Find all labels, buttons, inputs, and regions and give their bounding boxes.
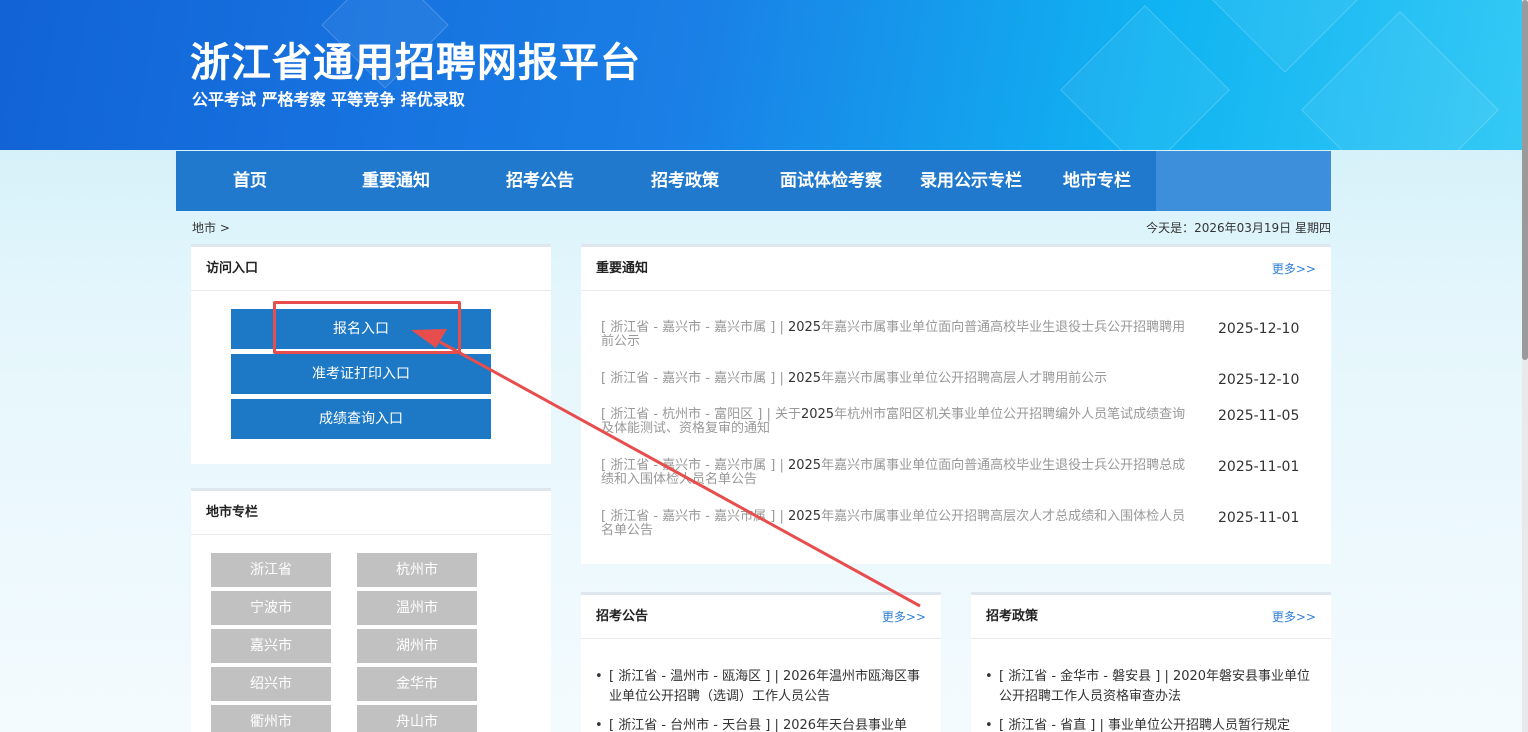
score-query-button[interactable]: 成绩查询入口 [231,399,491,439]
site-title: 浙江省通用招聘网报平台 [190,40,641,86]
breadcrumb: 地市 > [192,221,230,235]
notice-date: 2025-12-10 [1218,321,1300,337]
policy-item[interactable]: [ 浙江省 - 省直 ] | 事业单位公开招聘人员暂行规定 [985,716,1319,732]
nav-filler [1156,151,1331,211]
notice-year: 2025 [787,371,822,386]
policies-panel: 招考政策 更多>> [ 浙江省 - 金华市 - 磐安县 ] | 2020年磐安县… [971,592,1331,732]
city-button-hangzhou[interactable]: 杭州市 [357,553,477,587]
admission-ticket-print-button[interactable]: 准考证打印入口 [231,354,491,394]
notice-title[interactable]: [ 浙江省 - 杭州市 - 富阳区 ] | 关于2025年杭州市富阳区机关事业单… [601,408,1191,436]
city-panel-title: 地市专栏 [191,491,551,535]
city-panel: 地市专栏 浙江省 杭州市 宁波市 温州市 嘉兴市 湖州市 绍兴市 金华市 衢州市… [191,488,551,732]
policies-title: 招考政策 [986,609,1039,624]
announcement-item[interactable]: [ 浙江省 - 台州市 - 天台县 ] | 2026年天台县事业单 [595,716,929,732]
nav-recruitment-announcements[interactable]: 招考公告 [468,151,612,211]
notice-region: [ 浙江省 - 嘉兴市 - 嘉兴市属 ] | [601,371,788,386]
access-panel: 访问入口 报名入口 准考证打印入口 成绩查询入口 [191,244,551,464]
notice-date: 2025-11-01 [1218,459,1300,475]
city-button-ningbo[interactable]: 宁波市 [211,591,331,625]
city-button-wenzhou[interactable]: 温州市 [357,591,477,625]
notice-region: [ 浙江省 - 嘉兴市 - 嘉兴市属 ] | [601,458,788,473]
notices-panel-title: 重要通知 更多>> [581,247,1331,291]
notice-year: 2025 [800,407,835,422]
city-button-huzhou[interactable]: 湖州市 [357,629,477,663]
notice-region: [ 浙江省 - 杭州市 - 富阳区 ] | 关于 [601,407,801,422]
nav-recruitment-policies[interactable]: 招考政策 [612,151,758,211]
nav-home[interactable]: 首页 [176,151,324,211]
policies-more-link[interactable]: 更多>> [1272,595,1316,639]
notice-region: [ 浙江省 - 嘉兴市 - 嘉兴市属 ] | [601,320,788,335]
header-banner: 浙江省通用招聘网报平台 公平考试 严格考察 平等竞争 择优录取 [0,0,1528,150]
notice-year: 2025 [787,458,822,473]
notice-title[interactable]: [ 浙江省 - 嘉兴市 - 嘉兴市属 ] | 2025年嘉兴市属事业单位公开招聘… [601,372,1191,386]
nav-interview-physical-exam[interactable]: 面试体检考察 [758,151,904,211]
highlight-box [273,301,461,354]
policies-panel-title: 招考政策 更多>> [971,595,1331,639]
city-button-shaoxing[interactable]: 绍兴市 [211,667,331,701]
banner-decoration [1207,0,1363,73]
page-scrollbar[interactable] [1522,0,1528,732]
notice-title[interactable]: [ 浙江省 - 嘉兴市 - 嘉兴市属 ] | 2025年嘉兴市属事业单位面向普通… [601,459,1191,487]
announcements-title: 招考公告 [596,609,649,624]
city-button-zhoushan[interactable]: 舟山市 [357,705,477,732]
main-nav: 首页 重要通知 招考公告 招考政策 面试体检考察 录用公示专栏 地市专栏 [176,151,1331,211]
notice-year: 2025 [787,509,822,524]
banner-decoration [1060,5,1230,150]
notices-panel: 重要通知 更多>> [ 浙江省 - 嘉兴市 - 嘉兴市属 ] | 2025年嘉兴… [581,244,1331,564]
notice-text: 年嘉兴市属事业单位公开招聘高层人才聘用前公示 [821,371,1108,386]
announcements-panel: 招考公告 更多>> [ 浙江省 - 温州市 - 瓯海区 ] | 2026年温州市… [581,592,941,732]
notices-title: 重要通知 [596,261,649,276]
banner-decoration [1301,11,1499,150]
city-button-zhejiang[interactable]: 浙江省 [211,553,331,587]
nav-city-column[interactable]: 地市专栏 [1038,151,1156,211]
nav-hiring-publicity[interactable]: 录用公示专栏 [904,151,1038,211]
notice-date: 2025-11-01 [1218,510,1300,526]
notice-region: [ 浙江省 - 嘉兴市 - 嘉兴市属 ] | [601,509,788,524]
notices-more-link[interactable]: 更多>> [1272,247,1316,291]
city-button-jinhua[interactable]: 金华市 [357,667,477,701]
site-slogan: 公平考试 严格考察 平等竞争 择优录取 [192,90,465,109]
announcement-item[interactable]: [ 浙江省 - 温州市 - 瓯海区 ] | 2026年温州市瓯海区事业单位公开招… [595,667,929,707]
nav-important-notices[interactable]: 重要通知 [324,151,468,211]
city-button-quzhou[interactable]: 衢州市 [211,705,331,732]
notice-date: 2025-12-10 [1218,372,1300,388]
announcements-panel-title: 招考公告 更多>> [581,595,941,639]
notice-title[interactable]: [ 浙江省 - 嘉兴市 - 嘉兴市属 ] | 2025年嘉兴市属事业单位公开招聘… [601,510,1191,538]
access-panel-title: 访问入口 [191,247,551,291]
notice-date: 2025-11-05 [1218,408,1300,424]
city-button-jiaxing[interactable]: 嘉兴市 [211,629,331,663]
policy-item[interactable]: [ 浙江省 - 金华市 - 磐安县 ] | 2020年磐安县事业单位公开招聘工作… [985,667,1319,707]
scrollbar-thumb[interactable] [1522,0,1528,360]
notice-year: 2025 [787,320,822,335]
current-date: 今天是：2026年03月19日 星期四 [1146,221,1331,235]
notice-title[interactable]: [ 浙江省 - 嘉兴市 - 嘉兴市属 ] | 2025年嘉兴市属事业单位面向普通… [601,321,1191,349]
announcements-more-link[interactable]: 更多>> [882,595,926,639]
